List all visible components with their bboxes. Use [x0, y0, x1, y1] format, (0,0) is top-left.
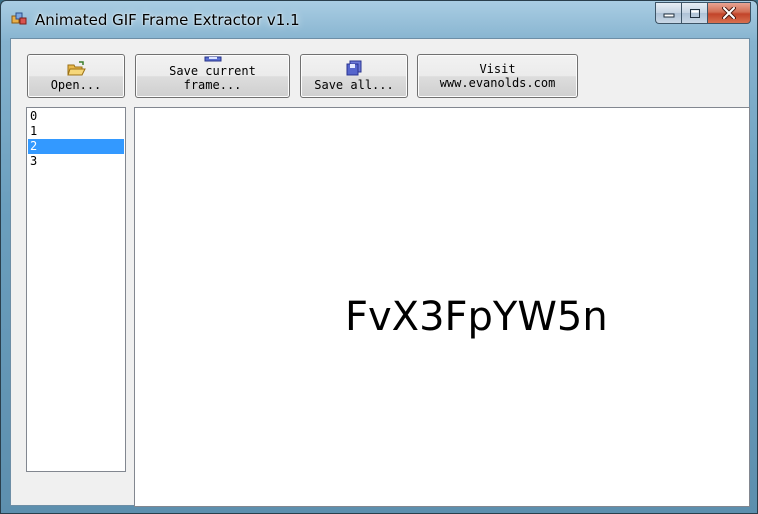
save-current-frame-button[interactable]: Save current frame...	[135, 54, 290, 98]
title-bar[interactable]: Animated GIF Frame Extractor v1.1	[1, 1, 757, 37]
save-all-icon	[346, 60, 362, 76]
frame-preview: FvX3FpYW5n	[134, 107, 750, 507]
save-all-label: Save all...	[314, 78, 394, 92]
app-icon	[11, 11, 27, 27]
maximize-button[interactable]	[681, 2, 707, 24]
folder-open-icon	[67, 61, 86, 76]
close-button[interactable]	[707, 2, 751, 24]
frame-list[interactable]: 0 1 2 3	[26, 107, 126, 472]
visit-label-line1: Visit	[479, 62, 516, 76]
visit-label-line2: www.evanolds.com	[439, 76, 556, 90]
window-title: Animated GIF Frame Extractor v1.1	[35, 11, 300, 29]
frame-list-item[interactable]: 0	[28, 109, 124, 124]
open-label: Open...	[50, 78, 102, 92]
save-frame-icon	[204, 56, 221, 62]
frame-list-item[interactable]: 3	[28, 154, 124, 169]
save-current-label-line2: frame...	[183, 78, 242, 92]
maximize-icon	[689, 8, 700, 18]
main-window: Animated GIF Frame Extractor v1.1 Open..…	[0, 0, 758, 514]
client-area: Open... Save current frame... Save all..…	[10, 38, 750, 507]
preview-image-text: FvX3FpYW5n	[345, 294, 608, 340]
minimize-button[interactable]	[655, 2, 681, 24]
frame-list-item[interactable]: 1	[28, 124, 124, 139]
minimize-icon	[663, 13, 674, 18]
visit-website-button[interactable]: Visit www.evanolds.com	[417, 54, 578, 98]
window-controls	[655, 2, 751, 24]
open-button[interactable]: Open...	[27, 54, 125, 98]
frame-list-item-selected[interactable]: 2	[28, 139, 124, 154]
save-current-label-line1: Save current	[169, 64, 256, 78]
save-all-button[interactable]: Save all...	[300, 54, 408, 98]
close-icon	[722, 7, 736, 19]
